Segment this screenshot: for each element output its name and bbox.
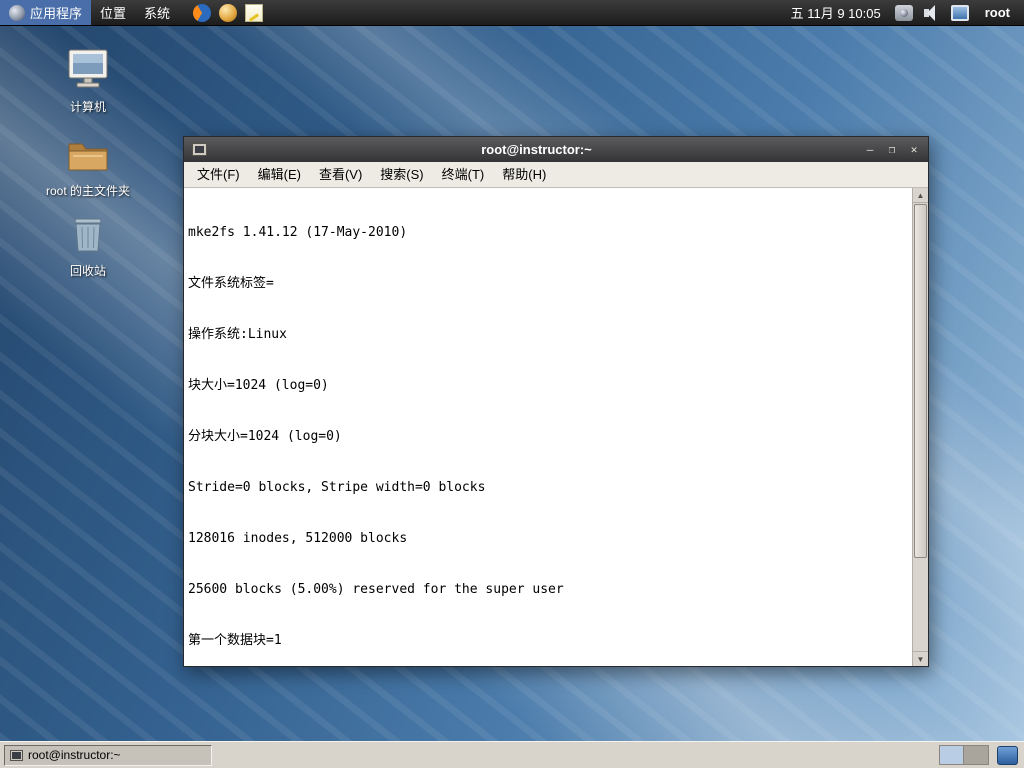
desktop-icon-label: root 的主文件夹 — [45, 184, 130, 198]
terminal-line: 分块大小=1024 (log=0) — [188, 429, 342, 444]
desktop-icon-home[interactable]: root 的主文件夹 — [40, 136, 136, 198]
terminal-line: 文件系统标签= — [188, 276, 274, 291]
terminal-window-icon — [192, 143, 207, 156]
trash-icon — [64, 214, 112, 261]
taskbar-window-button[interactable]: root@instructor:~ — [4, 744, 212, 766]
maximize-button[interactable]: ❐ — [884, 142, 900, 158]
menu-system[interactable]: 系统 — [135, 0, 179, 25]
terminal-window: root@instructor:~ – ❐ ✕ 文件(F) 编辑(E) 查看(V… — [183, 136, 929, 667]
terminal-line: 操作系统:Linux — [188, 327, 287, 342]
desktop-icon-label: 回收站 — [69, 264, 106, 278]
scroll-up-icon[interactable]: ▲ — [913, 188, 928, 203]
terminal-scrollbar[interactable]: ▲ ▼ — [912, 188, 928, 666]
panel-right: 五 11月 9 10:05 root — [787, 0, 1024, 25]
file-manager-icon[interactable] — [219, 3, 238, 22]
minimize-button[interactable]: – — [862, 142, 878, 158]
window-title: root@instructor:~ — [481, 142, 592, 157]
terminal-line: 第一个数据块=1 — [188, 633, 282, 648]
terminal-output: mke2fs 1.41.12 (17-May-2010) 文件系统标签= 操作系… — [184, 188, 912, 666]
menu-file[interactable]: 文件(F) — [188, 162, 249, 187]
clock[interactable]: 五 11月 9 10:05 — [787, 3, 885, 22]
desktop[interactable]: 计算机 root 的主文件夹 回收站 root@instructor:~ – ❐… — [0, 26, 1024, 741]
terminal-line: mke2fs 1.41.12 (17-May-2010) — [188, 225, 408, 240]
top-panel: 应用程序 位置 系统 五 11月 9 10:05 root — [0, 0, 1024, 26]
terminal-line: Stride=0 blocks, Stripe width=0 blocks — [188, 480, 486, 495]
menu-search[interactable]: 搜索(S) — [371, 162, 432, 187]
taskbar-window-label: root@instructor:~ — [28, 748, 121, 762]
close-button[interactable]: ✕ — [906, 142, 922, 158]
username-applet[interactable]: root — [979, 5, 1016, 20]
terminal-line: 128016 inodes, 512000 blocks — [188, 531, 408, 546]
menu-edit[interactable]: 编辑(E) — [249, 162, 310, 187]
menu-view[interactable]: 查看(V) — [310, 162, 371, 187]
panel-launchers — [193, 3, 264, 22]
desktop-icon-computer[interactable]: 计算机 — [40, 48, 136, 114]
applications-menu-icon — [9, 4, 25, 21]
window-controls: – ❐ ✕ — [862, 142, 924, 158]
scroll-down-icon[interactable]: ▼ — [913, 651, 928, 666]
taskbar-right — [939, 745, 1020, 765]
menu-places[interactable]: 位置 — [91, 0, 135, 25]
terminal-menubar: 文件(F) 编辑(E) 查看(V) 搜索(S) 终端(T) 帮助(H) — [184, 162, 928, 188]
text-editor-icon[interactable] — [245, 3, 264, 22]
workspace-switcher — [939, 745, 989, 765]
desktop-icon-label: 计算机 — [69, 100, 106, 114]
scrollbar-thumb[interactable] — [914, 204, 927, 558]
workspace-2[interactable] — [964, 746, 988, 764]
home-folder-icon — [64, 136, 112, 181]
terminal-task-icon — [10, 749, 23, 761]
menu-applications-label: 应用程序 — [30, 6, 83, 21]
computer-icon — [64, 48, 112, 97]
menu-places-label: 位置 — [100, 6, 127, 21]
display-icon[interactable] — [950, 4, 969, 21]
menu-help[interactable]: 帮助(H) — [493, 162, 555, 187]
screenshot-icon[interactable] — [894, 4, 913, 21]
show-desktop-icon[interactable] — [997, 745, 1018, 765]
terminal-line: 25600 blocks (5.00%) reserved for the su… — [188, 582, 564, 597]
terminal-line: 块大小=1024 (log=0) — [188, 378, 329, 393]
menu-applications[interactable]: 应用程序 — [0, 0, 92, 25]
desktop-icon-trash[interactable]: 回收站 — [40, 214, 136, 278]
firefox-icon[interactable] — [193, 3, 212, 22]
volume-icon[interactable] — [923, 4, 941, 21]
terminal-titlebar[interactable]: root@instructor:~ – ❐ ✕ — [184, 137, 928, 162]
menu-terminal[interactable]: 终端(T) — [433, 162, 494, 187]
terminal-body[interactable]: mke2fs 1.41.12 (17-May-2010) 文件系统标签= 操作系… — [184, 188, 928, 666]
workspace-1[interactable] — [940, 746, 964, 764]
menu-system-label: 系统 — [144, 6, 171, 21]
bottom-taskbar: root@instructor:~ — [0, 741, 1024, 768]
